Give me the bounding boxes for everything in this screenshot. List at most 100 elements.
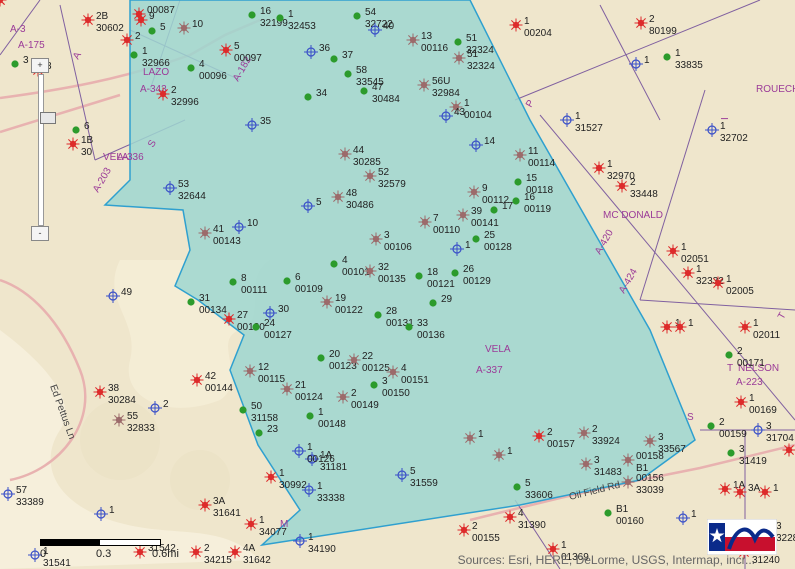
- gas-well-icon: [219, 43, 233, 57]
- zoom-in-button[interactable]: +: [31, 58, 49, 73]
- well-api-label: 33835: [675, 60, 703, 71]
- well-marker[interactable]: 1: [629, 55, 650, 71]
- gas-well-icon: [264, 470, 278, 484]
- well-marker[interactable]: 4A31642: [228, 543, 272, 566]
- well-number-label: 3: [766, 421, 772, 432]
- well-number-label: 3: [382, 376, 388, 387]
- well-marker[interactable]: 200159: [707, 417, 747, 440]
- well-api-label: 32644: [178, 191, 206, 202]
- well-api-label: 00204: [524, 28, 552, 39]
- oil-well-icon: [370, 381, 378, 389]
- gas-well-icon: [681, 266, 695, 280]
- oil-well-icon: [514, 178, 522, 186]
- well-marker[interactable]: 102011: [738, 318, 781, 341]
- well-api-label: 00124: [295, 392, 323, 403]
- gas-well-icon: [120, 33, 134, 47]
- oil-well-icon: [72, 126, 80, 134]
- well-marker[interactable]: 6: [72, 121, 90, 134]
- gas-well-icon: [386, 365, 400, 379]
- well-marker[interactable]: 1: [0, 0, 14, 7]
- well-marker[interactable]: 3: [11, 55, 29, 68]
- gas-well-icon: [718, 482, 732, 496]
- well-marker[interactable]: B100160: [604, 504, 644, 527]
- well-marker[interactable]: 3830284: [93, 383, 137, 406]
- well-api-label: 00114: [528, 158, 556, 169]
- well-number-label: 4: [518, 508, 524, 519]
- well-api-label: 31642: [243, 555, 271, 566]
- gas-well-icon: [338, 147, 352, 161]
- well-number-label: 28: [386, 306, 398, 317]
- well-marker[interactable]: 431390: [503, 508, 547, 531]
- permitted-location-icon: [676, 511, 690, 525]
- well-marker[interactable]: 331419: [727, 444, 767, 467]
- well-marker[interactable]: 132970: [592, 159, 636, 182]
- gas-well-icon: [503, 510, 517, 524]
- permitted-location-icon: [705, 123, 719, 137]
- well-number-label: 1B: [81, 135, 94, 146]
- well-marker[interactable]: 233448: [615, 177, 659, 200]
- zoom-slider-thumb[interactable]: [40, 112, 56, 124]
- well-number-label: 26: [463, 264, 475, 275]
- well-number-label: 2: [171, 85, 177, 96]
- well-api-label: 00119: [524, 204, 552, 215]
- well-number-label: 14: [484, 136, 496, 147]
- well-api-label: 30284: [108, 395, 136, 406]
- well-number-label: 52: [378, 167, 390, 178]
- well-marker[interactable]: 331704: [751, 421, 794, 444]
- well-marker[interactable]: 132702: [705, 121, 748, 144]
- oil-well-icon: [11, 60, 19, 68]
- well-number-label: 6: [295, 272, 301, 283]
- well-marker[interactable]: 1: [758, 483, 780, 499]
- well-marker[interactable]: 102005: [711, 274, 755, 297]
- zoom-out-button[interactable]: -: [31, 226, 49, 241]
- well-number-label: 16: [524, 192, 536, 203]
- gas-well-icon: [81, 13, 95, 27]
- well-marker[interactable]: 100169: [734, 393, 778, 416]
- gas-well-icon: [666, 244, 680, 258]
- survey-label: VELA: [485, 344, 511, 355]
- scale-label-end: 0.6mi: [152, 548, 179, 560]
- well-api-label: 00101: [342, 267, 370, 278]
- well-number-label: 11: [528, 146, 539, 157]
- oil-well-icon: [255, 429, 263, 437]
- well-api-label: 31158: [251, 413, 279, 424]
- well-number-label: 3: [384, 230, 390, 241]
- well-marker[interactable]: 100204: [509, 16, 553, 39]
- map-attribution: Sources: Esri, HERE, DeLorme, USGS, Inte…: [457, 553, 755, 567]
- scale-segment-2: [99, 539, 161, 546]
- gas-well-icon: [198, 498, 212, 512]
- gas-well-icon: [190, 373, 204, 387]
- map-canvas[interactable]: A-175ALAZOA-343A-182SVELAA-336A-203PROUE…: [0, 0, 795, 569]
- well-marker[interactable]: 0015633039: [621, 473, 665, 496]
- zoom-slider-track[interactable]: [38, 74, 56, 226]
- well-number-label: 33: [417, 318, 429, 329]
- well-api-label: 31527: [575, 123, 603, 134]
- gas-well-icon: [363, 264, 377, 278]
- well-marker[interactable]: 280199: [634, 14, 678, 37]
- well-number-label: 9: [149, 11, 155, 22]
- well-marker[interactable]: 102051: [666, 242, 710, 265]
- well-marker[interactable]: 200155: [457, 521, 501, 544]
- well-marker[interactable]: 1: [676, 509, 697, 525]
- gas-well-icon: [406, 33, 420, 47]
- rrc-logo[interactable]: [706, 518, 778, 556]
- survey-label: I: [720, 117, 731, 120]
- gas-well-icon: [467, 185, 481, 199]
- well-marker[interactable]: 2B30602: [81, 11, 125, 34]
- gas-well-icon: [336, 390, 350, 404]
- well-marker[interactable]: 3A31641: [198, 496, 242, 519]
- oil-well-icon: [330, 55, 338, 63]
- well-number-label: 16: [260, 6, 272, 17]
- scale-segment-1: [40, 539, 100, 546]
- well-marker[interactable]: 1B30: [66, 135, 94, 158]
- well-api-label: 33338: [317, 493, 345, 504]
- gas-well-icon: [417, 78, 431, 92]
- gas-well-icon: [112, 413, 126, 427]
- well-number-label: 24: [264, 318, 276, 329]
- gas-well-icon: [418, 215, 432, 229]
- well-number-label: 2B: [96, 11, 109, 22]
- oil-well-icon: [304, 93, 312, 101]
- well-marker[interactable]: 131527: [560, 111, 603, 134]
- well-number-label: 1: [681, 242, 687, 253]
- well-marker[interactable]: 133835: [663, 48, 703, 71]
